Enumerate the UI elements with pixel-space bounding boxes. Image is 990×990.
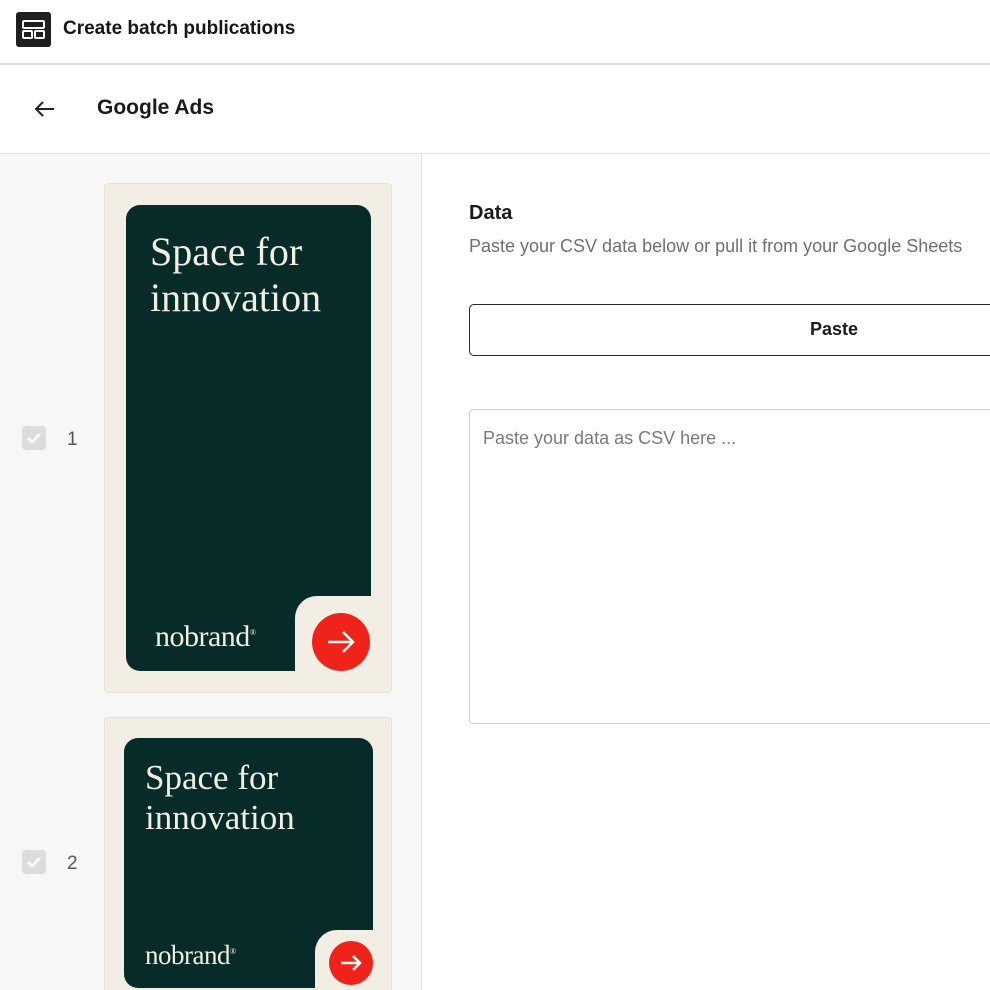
ad-headline: Space for innovation bbox=[145, 758, 295, 838]
paste-button-label: Paste bbox=[809, 319, 859, 339]
ad-cta-button[interactable] bbox=[312, 613, 370, 671]
app-title: Create batch publications bbox=[63, 18, 296, 39]
top-bar: Create batch publications bbox=[0, 0, 990, 65]
publication-index: 2 bbox=[67, 853, 78, 874]
arrow-left-icon[interactable] bbox=[30, 94, 60, 124]
page-title: Google Ads bbox=[97, 96, 215, 119]
ad-preview-card[interactable]: Space for innovation nobrand® bbox=[104, 183, 392, 693]
csv-placeholder: Paste your data as CSV here ... bbox=[483, 428, 737, 448]
publication-list: 1 Space for innovation nobrand® 2 Space … bbox=[0, 154, 422, 990]
arrow-right-icon bbox=[341, 955, 362, 971]
arrow-right-icon bbox=[328, 631, 355, 653]
paste-button[interactable]: Paste bbox=[469, 304, 990, 356]
publication-index: 1 bbox=[67, 429, 78, 450]
ad-headline: Space for innovation bbox=[150, 229, 322, 320]
brand-logo: nobrand® bbox=[145, 940, 236, 970]
publication-checkbox[interactable] bbox=[22, 426, 46, 450]
page-header: Google Ads bbox=[0, 66, 990, 154]
csv-input[interactable]: Paste your data as CSV here ... bbox=[469, 409, 990, 724]
ad-cta-button[interactable] bbox=[329, 941, 373, 985]
publication-checkbox[interactable] bbox=[22, 850, 46, 874]
data-panel: Data Paste your CSV data below or pull i… bbox=[423, 154, 990, 990]
ad-preview-card[interactable]: Space for innovation nobrand® bbox=[104, 717, 392, 990]
section-description: Paste your CSV data below or pull it fro… bbox=[469, 236, 963, 256]
section-title: Data bbox=[469, 202, 513, 224]
brand-logo: nobrand® bbox=[155, 620, 256, 653]
layout-icon bbox=[16, 12, 51, 47]
